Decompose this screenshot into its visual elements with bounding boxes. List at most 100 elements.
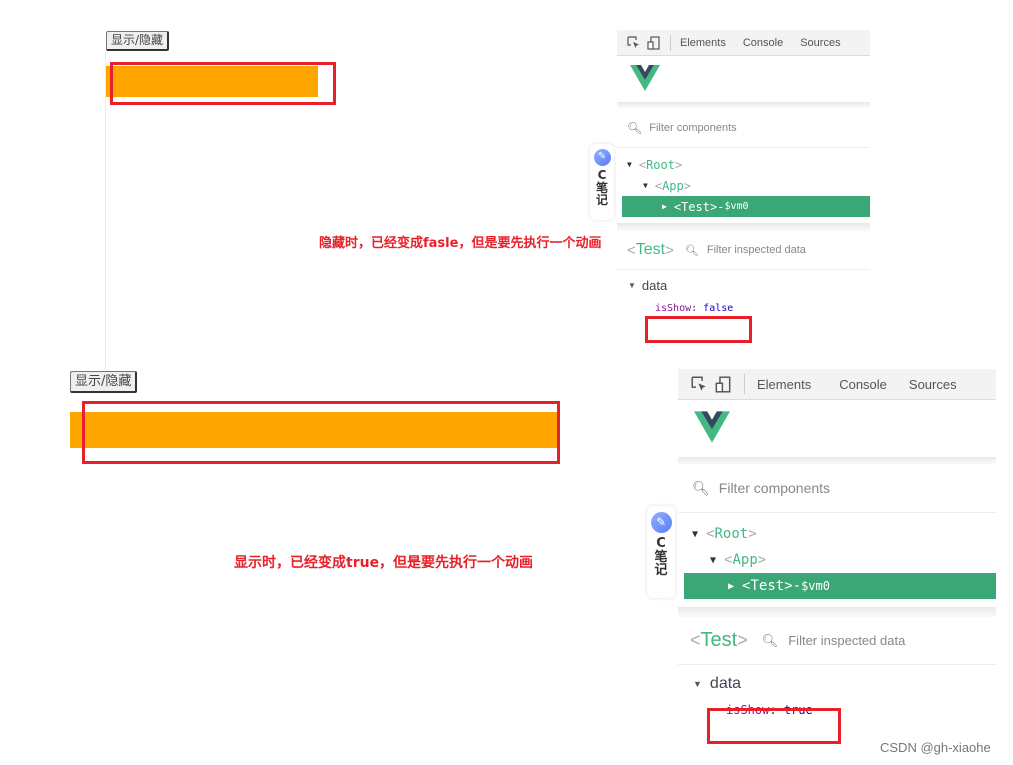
toolbar-separator (670, 34, 671, 51)
tag-open-bracket: < (673, 199, 682, 214)
data-row-isshow[interactable]: isShow: false (617, 303, 870, 314)
vue-logo-icon (630, 65, 660, 91)
device-toolbar-icon[interactable] (646, 35, 660, 50)
inspected-component-name: Test (700, 629, 738, 651)
data-section-label: data (641, 278, 668, 293)
tag-close-bracket: > (683, 178, 691, 193)
component-name: Root (714, 526, 749, 542)
tab-console[interactable]: Console (743, 37, 783, 49)
collapse-triangle-icon[interactable]: ▶ (662, 202, 667, 211)
tag-close-bracket: > (757, 552, 767, 568)
data-key: isShow (655, 303, 692, 314)
filter-components-row[interactable]: 🔍︎ Filter components (678, 464, 996, 513)
note-icon: ✎ (650, 512, 672, 533)
toolbar-separator (744, 374, 745, 394)
cnote-ji: 记 (654, 563, 668, 579)
data-value: false (703, 303, 734, 314)
vm-separator: - (717, 199, 725, 214)
data-section-toggle[interactable]: ▼ data (678, 675, 996, 693)
component-tree: ▼ < Root > ▼ < App > ▶ < Test > - $vm0 (678, 513, 996, 599)
vue-devtools-panel-top: Elements Console Sources 🔍︎ Filter compo… (617, 30, 870, 360)
expand-triangle-icon[interactable]: ▼ (627, 160, 632, 169)
filter-components-input[interactable]: Filter components (649, 122, 736, 134)
component-name: Root (646, 157, 675, 172)
expand-triangle-icon[interactable]: ▼ (643, 181, 648, 190)
vue-header (678, 400, 996, 457)
expand-triangle-icon: ▼ (628, 281, 636, 290)
tag-close-bracket: > (784, 578, 793, 594)
device-toolbar-icon[interactable] (714, 375, 731, 393)
tree-item-test-selected[interactable]: ▶ < Test > - $vm0 (622, 196, 870, 217)
search-icon: 🔍︎ (692, 479, 710, 496)
tag-close-bracket: > (665, 241, 674, 259)
vm-ref: $vm0 (724, 201, 749, 212)
component-name: Test (750, 578, 785, 594)
tree-shadow (617, 223, 870, 231)
tag-open-bracket: < (724, 552, 733, 568)
csdn-watermark: CSDN @gh-xiaohe (880, 740, 991, 755)
component-name: App (662, 178, 684, 193)
tab-elements[interactable]: Elements (757, 377, 811, 392)
filter-components-row[interactable]: 🔍︎ Filter components (617, 108, 870, 148)
vue-devtools-panel-bottom: Elements Console Sources 🔍︎ Filter compo… (678, 369, 996, 749)
inspect-element-icon[interactable] (626, 36, 640, 50)
filter-components-input[interactable]: Filter components (719, 480, 830, 496)
component-name: Test (681, 199, 710, 214)
devtools-toolbar: Elements Console Sources (678, 369, 996, 400)
tree-shadow (678, 607, 996, 617)
tag-open-bracket: < (627, 241, 636, 259)
expand-triangle-icon[interactable]: ▼ (710, 555, 716, 566)
tree-item-root[interactable]: ▼ < Root > (678, 521, 996, 547)
component-tree: ▼ < Root > ▼ < App > ▶ < Test > - $vm0 (617, 148, 870, 217)
tree-item-root[interactable]: ▼ < Root > (617, 154, 870, 175)
vm-ref: $vm0 (801, 579, 830, 593)
toggle-show-hide-button[interactable]: 显示/隐藏 (106, 31, 170, 51)
inspected-header: < Test > 🔍︎ Filter inspected data (617, 231, 870, 270)
tag-close-bracket: > (674, 157, 683, 172)
tag-open-bracket: < (690, 630, 701, 650)
tag-open-bracket: < (638, 157, 647, 172)
cnote-widget[interactable]: ✎ C 笔 记 (590, 144, 614, 220)
tag-open-bracket: < (706, 526, 715, 542)
page-left-border (105, 52, 106, 370)
highlight-box-isshow-false (645, 316, 752, 343)
vm-separator: - (792, 578, 802, 594)
tag-close-bracket: > (748, 526, 757, 542)
highlight-box (82, 401, 560, 464)
filter-inspected-input[interactable]: Filter inspected data (707, 244, 806, 256)
highlight-box (110, 62, 336, 105)
cnote-c: C (597, 168, 607, 182)
toggle-show-hide-button[interactable]: 显示/隐藏 (70, 371, 138, 393)
filter-inspected-input[interactable]: Filter inspected data (788, 633, 905, 648)
tree-item-test-selected[interactable]: ▶ < Test > - $vm0 (684, 573, 996, 599)
tab-elements[interactable]: Elements (680, 37, 726, 49)
data-section-label: data (709, 675, 742, 692)
tag-close-bracket: > (709, 199, 718, 214)
highlight-box-isshow-true (707, 708, 841, 744)
tag-close-bracket: > (737, 630, 748, 650)
tab-sources[interactable]: Sources (909, 377, 957, 392)
tag-open-bracket: < (654, 178, 663, 193)
devtools-toolbar: Elements Console Sources (617, 30, 870, 56)
search-icon: 🔍︎ (684, 244, 699, 257)
cnote-ji: 记 (595, 193, 608, 208)
data-colon: : (691, 303, 704, 314)
tab-console[interactable]: Console (839, 377, 887, 392)
tree-item-app[interactable]: ▼ < App > (678, 547, 996, 573)
expand-triangle-icon: ▼ (693, 679, 702, 689)
inspected-component-name: Test (635, 241, 666, 258)
tree-item-app[interactable]: ▼ < App > (617, 175, 870, 196)
inspect-element-icon[interactable] (690, 376, 707, 393)
note-icon: ✎ (593, 149, 611, 166)
cnote-widget[interactable]: ✎ C 笔 记 (647, 506, 675, 598)
data-section-toggle[interactable]: ▼ data (617, 278, 870, 293)
search-icon: 🔍︎ (761, 632, 779, 648)
header-shadow (678, 457, 996, 464)
inspected-header: < Test > 🔍︎ Filter inspected data (678, 617, 996, 665)
expand-triangle-icon[interactable]: ▼ (692, 529, 698, 540)
annotation-hide: 隐藏时，已经变成fasle，但是要先执行一个动画 (319, 236, 602, 251)
tab-sources[interactable]: Sources (800, 37, 840, 49)
vue-logo-icon (694, 411, 730, 443)
collapse-triangle-icon[interactable]: ▶ (728, 581, 734, 592)
search-icon: 🔍︎ (627, 120, 643, 135)
